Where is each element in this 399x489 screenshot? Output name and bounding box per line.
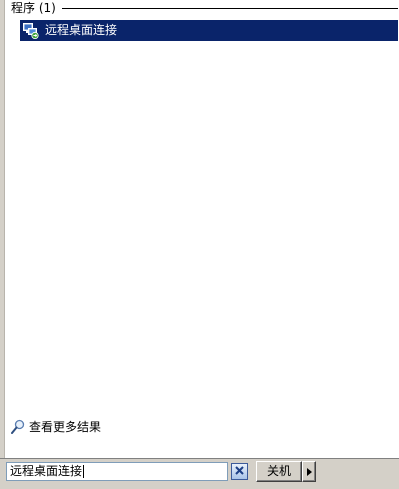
shutdown-group: 关机 <box>256 461 316 482</box>
bottom-bar: 远程桌面连接 关机 <box>0 458 399 489</box>
result-item-remote-desktop[interactable]: 远程桌面连接 <box>20 20 398 41</box>
start-menu: 程序 (1) 远程桌面连接 查看更多结果 远程桌面连接 关机 <box>0 0 399 489</box>
shutdown-button[interactable]: 关机 <box>256 461 302 482</box>
programs-group-title: 程序 (1) <box>11 1 56 15</box>
search-results-pane: 程序 (1) 远程桌面连接 查看更多结果 <box>5 0 399 458</box>
remote-desktop-icon <box>23 22 39 39</box>
search-input[interactable]: 远程桌面连接 <box>6 462 228 481</box>
see-more-results-link[interactable]: 查看更多结果 <box>11 418 101 436</box>
text-caret <box>83 465 85 478</box>
result-item-label: 远程桌面连接 <box>45 23 118 37</box>
magnifier-icon <box>11 419 25 435</box>
see-more-results-label: 查看更多结果 <box>29 420 102 434</box>
group-divider <box>61 8 398 9</box>
search-input-value: 远程桌面连接 <box>10 464 83 478</box>
triangle-right-icon <box>306 465 312 479</box>
shutdown-options-button[interactable] <box>302 461 316 482</box>
clear-x-icon <box>234 465 245 479</box>
programs-group-header: 程序 (1) <box>11 0 398 16</box>
clear-search-button[interactable] <box>231 463 248 480</box>
